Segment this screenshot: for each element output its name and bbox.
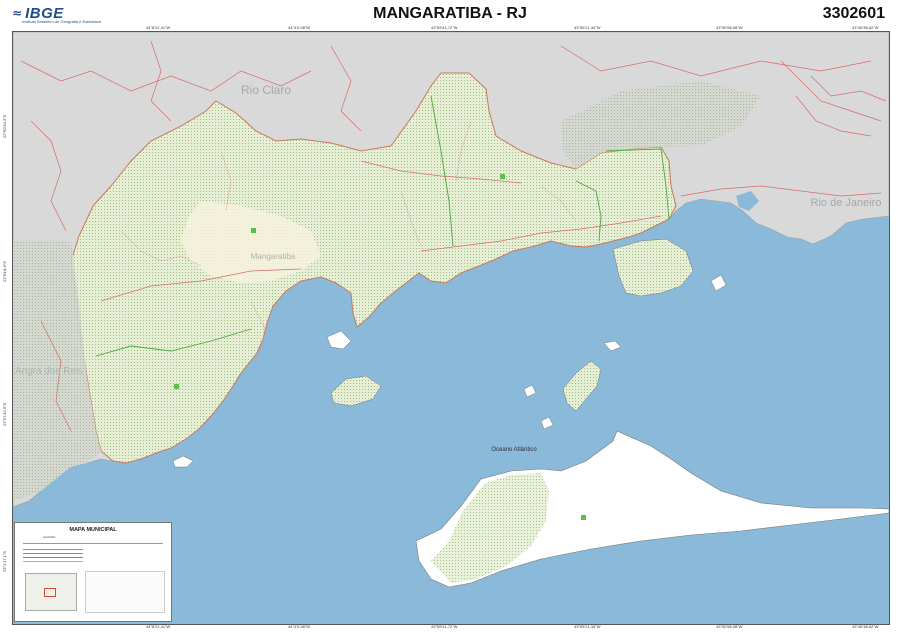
coord-top-1: 44°8'22,41"W [146,25,171,30]
legend-box: MAPA MUNICIPAL LEGENDA [14,522,172,622]
coord-top-4: 43°55'21,34"W [574,25,601,30]
legend-swatch-road [23,553,83,554]
marker-3 [174,384,179,389]
label-mangaratiba: Mangaratiba [251,252,296,261]
marker-4 [581,515,586,520]
coord-top-2: 44°4'0,98"W [288,25,311,30]
label-angra-dos-reis: Angra dos Reis [15,366,83,377]
label-oceano-atlantico: Oceano Atlântico [491,447,537,453]
legend-swatch-boundary [23,549,83,550]
coord-left-1: 22°50'34,3"S [2,114,7,138]
legend-inset-map [25,573,77,611]
coord-left-4: 23°1'17,1"S [2,551,7,572]
coord-left-2: 22°54'8,6"S [2,261,7,282]
coord-top-3: 43°59'41,72"W [431,25,458,30]
marker-2 [500,174,505,179]
coord-left-3: 22°57'42,9"S [2,402,7,426]
map-title: MANGARATIBA - RJ [373,5,527,22]
marker-1 [251,228,256,233]
label-rio-de-janeiro: Rio de Janeiro [811,197,882,209]
legend-swatch-water [23,561,83,562]
municipality-code: 3302601 [822,5,885,22]
coord-top-6: 43°46'38,62"W [852,25,879,30]
legend-inset-highlight [44,588,56,597]
legend-info-panel [85,571,165,613]
legend-title: MAPA MUNICIPAL [69,527,117,533]
map-header: ≈ IBGE Instituto Brasileiro de Geografia… [0,0,900,26]
legend-section: LEGENDA [43,536,56,539]
label-rio-claro: Rio Claro [241,83,291,97]
coord-top-5: 43°50'58,08"W [716,25,743,30]
legend-swatch-park [23,557,83,558]
legend-divider [23,543,163,544]
